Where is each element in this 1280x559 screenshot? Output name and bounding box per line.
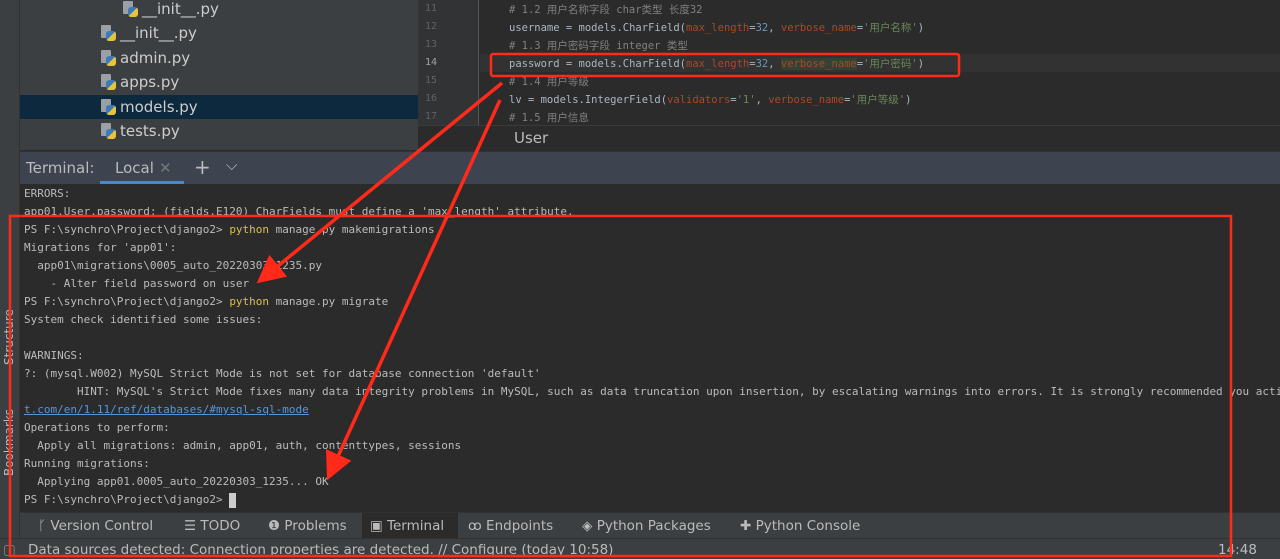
close-tab-icon[interactable]: ✕	[159, 159, 172, 177]
line-number: 14	[425, 57, 438, 68]
tab-local[interactable]: Local	[115, 159, 154, 177]
python-file-icon	[100, 50, 116, 66]
problems-button[interactable]: ❶ Problems	[260, 513, 355, 539]
terminal-line: Apply all migrations: admin, app01, auth…	[24, 439, 462, 452]
line-number: 13	[425, 39, 438, 50]
line-number: 16	[425, 93, 438, 104]
endpoints-button[interactable]: ꝏ Endpoints	[460, 513, 561, 539]
tree-item[interactable]: apps.py	[100, 70, 179, 94]
terminal-prompt-line[interactable]: PS F:\synchro\Project\django2>	[24, 491, 237, 509]
tree-item-label: models.py	[120, 98, 198, 116]
code-line: # 1.5 用户信息	[509, 112, 589, 124]
endpoints-icon: ꝏ	[468, 518, 487, 534]
breadcrumb-item[interactable]: User	[514, 129, 548, 147]
line-number: 11	[425, 3, 438, 14]
terminal-line: PS F:\synchro\Project\django2> python ma…	[24, 223, 435, 236]
tree-item[interactable]: __init__.py	[122, 0, 219, 21]
line-number: 17	[425, 111, 438, 122]
terminal-line: System check identified some issues:	[24, 313, 263, 326]
todo-button[interactable]: ☰ TODO	[176, 513, 248, 539]
tree-item-label: tests.py	[120, 122, 180, 140]
terminal-title: Terminal:	[26, 159, 95, 177]
terminal-header: Terminal: Local ✕ + ⌵	[20, 151, 1280, 184]
status-message[interactable]: Data sources detected: Connection proper…	[28, 542, 613, 558]
project-tree: __init__.py __init__.py admin.py apps.py…	[20, 0, 418, 150]
python-icon: ✚	[740, 518, 756, 534]
python-file-icon	[100, 99, 116, 115]
status-time: 14:48	[1218, 542, 1257, 558]
python-packages-button[interactable]: ◈ Python Packages	[574, 513, 719, 539]
terminal-line: Running migrations:	[24, 457, 150, 470]
terminal-line: HINT: MySQL's Strict Mode fixes many dat…	[24, 385, 1280, 398]
tree-item-label: __init__.py	[120, 24, 197, 42]
code-line: # 1.2 用户名称字段 char类型 长度32	[509, 4, 703, 16]
terminal-button[interactable]: ▣ Terminal	[362, 513, 458, 539]
chevron-down-icon[interactable]: ⌵	[226, 156, 237, 174]
terminal-line: app01\migrations\0005_auto_20220303_1235…	[24, 259, 323, 272]
terminal-line: - Alter field password on user	[24, 277, 250, 290]
terminal-line: PS F:\synchro\Project\django2> python ma…	[24, 295, 389, 308]
code-line: # 1.3 用户密码字段 integer 类型	[509, 40, 688, 52]
terminal-link[interactable]: t.com/en/1.11/ref/databases/#mysql-sql-m…	[24, 401, 309, 419]
warning-icon: ❶	[268, 518, 285, 534]
add-tab-icon[interactable]: +	[194, 155, 211, 179]
structure-tool-tab[interactable]: Structure	[2, 309, 16, 365]
terminal-line: Migrations for 'app01':	[24, 241, 177, 254]
python-file-icon	[122, 1, 138, 17]
tool-window-bar: ᚴ Version Control ☰ TODO ❶ Problems ▣ Te…	[20, 512, 1280, 539]
code-editor[interactable]: 11 12 13 14 15 16 17 # 1.2 用户名称字段 char类型…	[418, 0, 1280, 125]
line-number: 15	[425, 75, 438, 86]
tree-item-label: admin.py	[120, 49, 191, 67]
code-line: username = models.CharField(max_length=3…	[509, 22, 925, 34]
branch-icon: ᚴ	[38, 518, 51, 534]
bookmarks-tool-tab[interactable]: Bookmarks	[2, 409, 16, 476]
tree-item[interactable]: __init__.py	[100, 21, 197, 45]
code-line: password = models.CharField(max_length=3…	[509, 58, 925, 70]
packages-icon: ◈	[582, 518, 597, 534]
tree-item-selected[interactable]: models.py	[20, 95, 418, 119]
panel-toggle-icon[interactable]: ▢	[3, 542, 16, 558]
text-cursor	[229, 492, 237, 508]
python-file-icon	[100, 25, 116, 41]
code-line: lv = models.IntegerField(validators='1',…	[509, 94, 912, 106]
python-console-button[interactable]: ✚ Python Console	[732, 513, 868, 539]
python-file-icon	[100, 74, 116, 90]
terminal-icon: ▣	[370, 518, 388, 534]
terminal-line: app01.User.password: (fields.E120) CharF…	[24, 205, 574, 218]
tree-item[interactable]: admin.py	[100, 46, 190, 70]
terminal-line: Operations to perform:	[24, 421, 170, 434]
terminal-line: Applying app01.0005_auto_20220303_1235..…	[24, 475, 329, 488]
list-icon: ☰	[184, 518, 201, 534]
status-bar: ▢ Data sources detected: Connection prop…	[0, 538, 1280, 559]
version-control-button[interactable]: ᚴ Version Control	[30, 513, 161, 539]
code-line: # 1.4 用户等级	[509, 76, 589, 88]
tree-item[interactable]: tests.py	[100, 119, 180, 143]
terminal-line: ERRORS:	[24, 187, 71, 200]
python-file-icon	[100, 123, 116, 139]
line-number: 12	[425, 21, 438, 32]
terminal-line: ?: (mysql.W002) MySQL Strict Mode is not…	[24, 367, 541, 380]
tree-item-label: apps.py	[120, 73, 180, 91]
left-tool-strip: Structure Bookmarks	[0, 0, 20, 559]
terminal-output[interactable]: ERRORS: app01.User.password: (fields.E12…	[20, 184, 1280, 512]
breadcrumb: User	[418, 125, 1280, 151]
terminal-line: WARNINGS:	[24, 349, 84, 362]
tree-item-label: __init__.py	[142, 0, 219, 18]
